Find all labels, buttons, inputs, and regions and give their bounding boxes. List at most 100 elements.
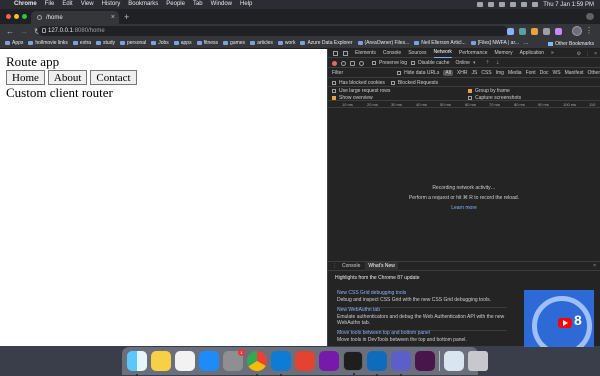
inspect-element-icon[interactable]: [333, 50, 338, 56]
menubar-app-name[interactable]: Chrome: [14, 0, 37, 9]
close-tab-icon[interactable]: ×: [111, 14, 115, 21]
filter-type-img[interactable]: Img: [496, 70, 504, 76]
menu-edit[interactable]: Edit: [62, 0, 72, 9]
avatar[interactable]: [572, 26, 582, 36]
bookmark-item[interactable]: hollmovie links: [28, 40, 68, 46]
profile-icon[interactable]: [586, 13, 594, 20]
filter-input-area[interactable]: [347, 70, 393, 76]
bookmark-item[interactable]: [Files] NWFA | ar...: [470, 40, 519, 46]
other-bookmarks[interactable]: Other Bookmarks: [548, 38, 594, 49]
extension-icon[interactable]: [531, 28, 538, 35]
settings-gear-icon[interactable]: ⚙: [577, 51, 581, 57]
bookmark-item[interactable]: Jobs: [151, 40, 169, 46]
todoist-icon[interactable]: [295, 351, 315, 371]
filter-type-css[interactable]: CSS: [481, 70, 491, 76]
tab-application[interactable]: Application: [520, 49, 544, 58]
close-drawer-icon[interactable]: ×: [593, 263, 596, 269]
menubar-clock[interactable]: Thu 7 Jan 1:59 PM: [543, 2, 594, 8]
app-store-icon[interactable]: [199, 351, 219, 371]
learn-more-link[interactable]: Learn more: [328, 205, 600, 211]
throttle-select[interactable]: Online: [455, 60, 469, 66]
bookmark-item[interactable]: Neil Ellerson Articl...: [414, 40, 466, 46]
about-button[interactable]: About: [47, 70, 88, 85]
outlook-icon[interactable]: [367, 351, 387, 376]
clear-icon[interactable]: [341, 60, 346, 66]
bookmark-item[interactable]: games: [223, 40, 245, 46]
filter-type-ws[interactable]: WS: [553, 70, 561, 76]
record-icon[interactable]: [332, 60, 337, 66]
blocked-requests-checkbox[interactable]: [390, 80, 395, 85]
bookmark-item[interactable]: extra: [72, 40, 91, 46]
upload-icon[interactable]: ⇡: [485, 60, 489, 66]
slack-icon[interactable]: [415, 351, 435, 371]
filter-type-manifest[interactable]: Manifest: [565, 70, 584, 76]
tab-elements[interactable]: Elements: [355, 49, 376, 58]
large-rows-checkbox[interactable]: [332, 89, 336, 93]
forward-arrow-icon[interactable]: →: [20, 27, 28, 36]
bookmark-item[interactable]: Apps: [5, 40, 23, 46]
search-icon[interactable]: [359, 60, 364, 66]
device-toolbar-icon[interactable]: [343, 50, 348, 56]
bookmark-item[interactable]: personal: [120, 40, 146, 46]
status-icon[interactable]: [477, 2, 484, 7]
menu-bookmarks[interactable]: Bookmarks: [128, 0, 158, 9]
bookmark-item[interactable]: fitness: [196, 40, 218, 46]
tab-memory[interactable]: Memory: [495, 49, 513, 58]
close-devtools-icon[interactable]: ×: [594, 51, 597, 57]
menu-window[interactable]: Window: [211, 0, 232, 9]
filter-type-other[interactable]: Other: [587, 70, 600, 76]
zoom-window-button[interactable]: [22, 14, 27, 19]
more-options-icon[interactable]: ⋮: [585, 51, 590, 57]
whats-new-video-thumbnail[interactable]: 8: [524, 290, 594, 347]
tab-performance[interactable]: Performance: [459, 49, 488, 58]
teams-icon[interactable]: [391, 351, 411, 376]
minimize-window-button[interactable]: [14, 14, 19, 19]
terminal-icon[interactable]: [343, 351, 363, 375]
disable-cache-checkbox[interactable]: [411, 61, 416, 65]
extension-icon[interactable]: [507, 28, 514, 35]
onenote-icon[interactable]: [319, 351, 339, 371]
extension-icon[interactable]: [543, 28, 550, 35]
tab-console[interactable]: Console: [383, 49, 401, 58]
status-icon[interactable]: [488, 2, 495, 7]
battery-icon[interactable]: [510, 2, 517, 7]
home-button[interactable]: Home: [6, 70, 45, 85]
capture-screenshots-checkbox[interactable]: [468, 96, 472, 100]
more-tabs-button[interactable]: »: [551, 49, 554, 58]
extension-icon[interactable]: [519, 28, 526, 35]
filter-input[interactable]: Filter: [332, 70, 343, 76]
menu-view[interactable]: View: [81, 0, 94, 9]
network-timeline-overview[interactable]: 10 ms 20 ms 30 ms 40 ms 50 ms 60 ms 70 m…: [328, 101, 600, 108]
group-by-frame-checkbox[interactable]: [468, 89, 472, 93]
menu-tab[interactable]: Tab: [193, 0, 203, 9]
preview-icon[interactable]: [444, 351, 464, 371]
filter-type-media[interactable]: Media: [508, 70, 522, 76]
preserve-log-checkbox[interactable]: [372, 61, 376, 65]
feature-item[interactable]: Move tools between top and bottom panel …: [337, 330, 507, 343]
filter-type-font[interactable]: Font: [526, 70, 536, 76]
wifi-icon[interactable]: [499, 2, 506, 7]
vscode-icon[interactable]: [271, 351, 291, 376]
kebab-menu-icon[interactable]: ⋮: [585, 26, 593, 35]
filter-type-doc[interactable]: Doc: [540, 70, 549, 76]
drawer-tab-console[interactable]: Console: [342, 262, 360, 271]
download-icon[interactable]: ⇣: [496, 60, 500, 66]
bookmark-item[interactable]: work: [277, 40, 295, 46]
feature-item[interactable]: New CSS Grid debugging tools Debug and i…: [337, 290, 507, 308]
menu-file[interactable]: File: [45, 0, 55, 9]
contact-button[interactable]: Contact: [90, 70, 137, 85]
tab-sources[interactable]: Sources: [408, 49, 426, 58]
address-bar[interactable]: 127.0.0.1:8080/home: [38, 26, 508, 36]
trash-icon[interactable]: [468, 351, 488, 371]
browser-tab[interactable]: /home ×: [31, 11, 119, 24]
has-blocked-cookies-checkbox[interactable]: [332, 80, 336, 85]
feature-item[interactable]: New WebAuthn tab Emulate authenticators …: [337, 307, 507, 331]
drawer-tab-whats-new[interactable]: What's New: [365, 261, 398, 271]
filter-type-xhr[interactable]: XHR: [457, 70, 468, 76]
hide-data-urls-checkbox[interactable]: [397, 71, 402, 75]
bookmark-item[interactable]: study: [96, 40, 115, 46]
info-icon[interactable]: [42, 28, 46, 33]
finder-icon[interactable]: [127, 351, 147, 376]
system-preferences-icon[interactable]: 1: [223, 349, 245, 371]
back-arrow-icon[interactable]: ←: [6, 27, 14, 36]
